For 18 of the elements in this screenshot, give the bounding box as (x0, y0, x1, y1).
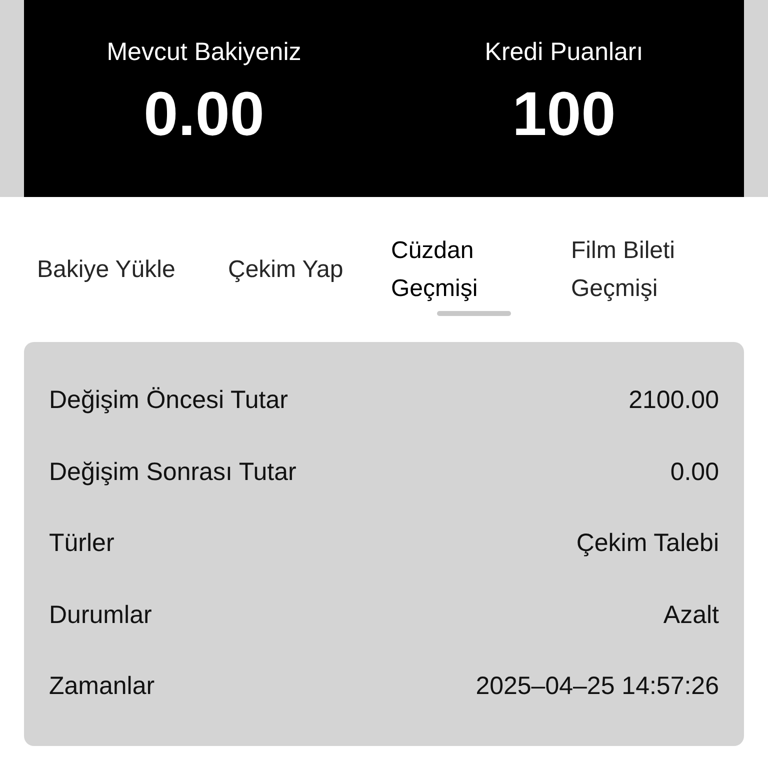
detail-value: 2100.00 (628, 385, 719, 416)
detail-label: Değişim Sonrası Tutar (49, 456, 296, 488)
detail-label: Zamanlar (49, 671, 155, 702)
detail-value: Azalt (663, 600, 719, 630)
tab[interactable]: Cüzdan Geçmişi (391, 232, 501, 308)
credit-label: Kredi Puanları (484, 37, 644, 68)
tab[interactable]: Çekim Yap (228, 250, 344, 288)
balance-value: 0.00 (144, 84, 264, 146)
tab[interactable]: Film Bileti Geçmişi (571, 232, 701, 308)
detail-label: Türler (49, 528, 114, 559)
detail-value: 0.00 (670, 456, 719, 488)
detail-value: 2025–04–25 14:57:26 (476, 671, 719, 702)
detail-label: Durumlar (49, 600, 152, 630)
credit-value: 100 (512, 84, 616, 146)
detail-label: Değişim Öncesi Tutar (49, 385, 288, 416)
balance-label: Mevcut Bakiyeniz (106, 37, 302, 68)
tab[interactable]: Bakiye Yükle (37, 250, 176, 288)
detail-value: Çekim Talebi (576, 528, 719, 559)
